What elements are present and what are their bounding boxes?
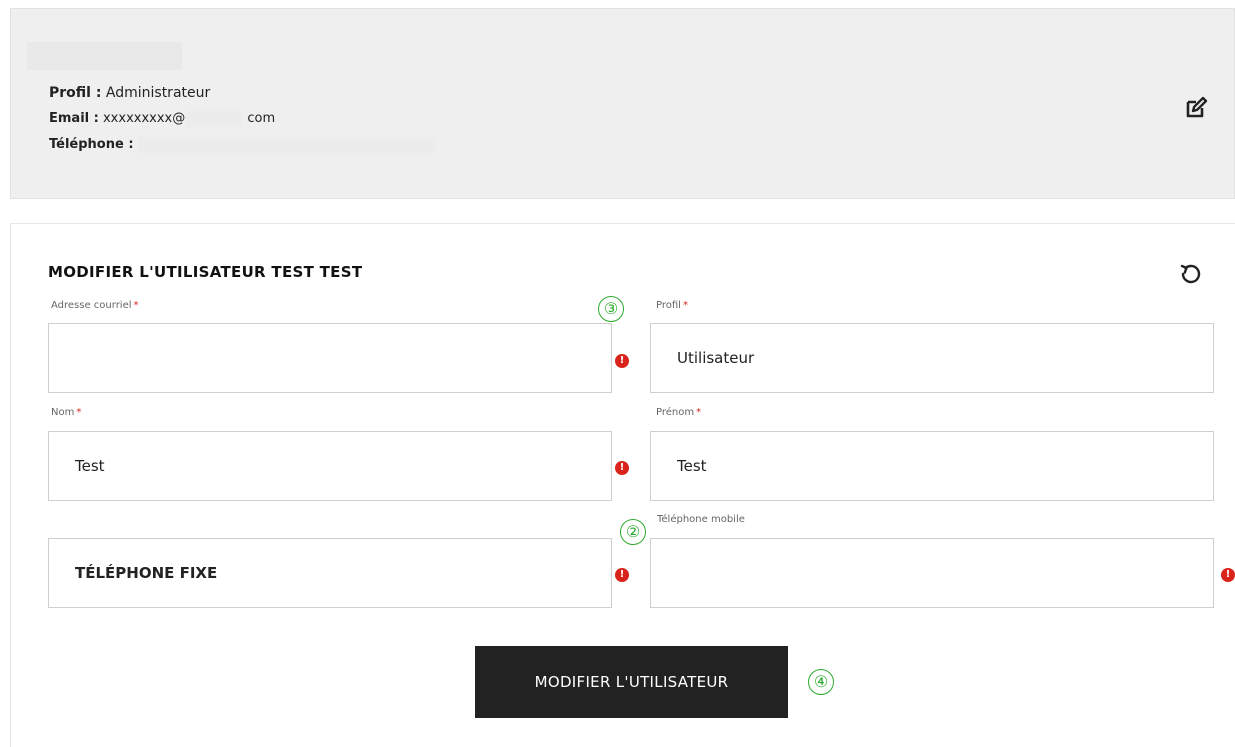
profile-email-suffix: com xyxy=(247,111,276,126)
profile-email-line: Email : xxxxxxxxx@ com xyxy=(49,109,275,129)
nom-error-icon: ! xyxy=(615,461,629,475)
form-title: MODIFIER L'UTILISATEUR TEST TEST xyxy=(48,263,363,281)
reset-icon[interactable] xyxy=(1178,261,1204,287)
profil-field-label-text: Profil xyxy=(656,300,681,311)
profile-role-label: Profil : xyxy=(49,85,102,101)
page: Profil : Administrateur Email : xxxxxxxx… xyxy=(0,0,1235,747)
prenom-field-label: Prénom * xyxy=(656,407,701,418)
telephone-mobile-field[interactable] xyxy=(650,538,1214,608)
nom-field[interactable] xyxy=(48,431,612,501)
profil-select[interactable]: Utilisateur xyxy=(650,323,1214,393)
edit-icon[interactable] xyxy=(1181,93,1211,123)
edit-user-form: MODIFIER L'UTILISATEUR TEST TEST Adresse… xyxy=(10,223,1235,747)
profile-role-line: Profil : Administrateur xyxy=(49,83,210,103)
mobile-error-icon: ! xyxy=(1221,568,1235,582)
mobile-field-label: Téléphone mobile xyxy=(657,514,745,525)
profile-role-value: Administrateur xyxy=(105,85,211,101)
email-error-icon: ! xyxy=(615,354,629,368)
nom-field-label-text: Nom xyxy=(51,407,75,418)
redacted-user-name xyxy=(27,42,182,70)
required-mark: * xyxy=(682,300,688,311)
profil-field-label: Profil * xyxy=(656,300,688,311)
required-mark: * xyxy=(696,407,702,418)
profile-phone-line: Téléphone : xyxy=(49,135,436,155)
modifier-utilisateur-button[interactable]: MODIFIER L'UTILISATEUR xyxy=(475,646,788,718)
telephone-fixe-field[interactable] xyxy=(48,538,612,608)
email-field-label-text: Adresse courriel xyxy=(51,300,132,311)
required-mark: * xyxy=(133,300,139,311)
redacted-phone xyxy=(137,136,436,153)
fixe-error-icon: ! xyxy=(615,568,629,582)
email-field-label: Adresse courriel * xyxy=(51,300,139,311)
profile-email-label: Email : xyxy=(49,111,99,126)
profile-card: Profil : Administrateur Email : xxxxxxxx… xyxy=(10,8,1235,199)
prenom-field[interactable] xyxy=(650,431,1214,501)
required-mark: * xyxy=(76,407,82,418)
email-field[interactable] xyxy=(48,323,612,393)
step-2-marker: ② xyxy=(620,519,646,545)
step-4-marker: ④ xyxy=(808,669,834,695)
step-3-marker: ③ xyxy=(598,296,624,322)
nom-field-label: Nom * xyxy=(51,407,81,418)
profile-phone-label: Téléphone : xyxy=(49,137,134,152)
redacted-email-domain xyxy=(185,110,244,127)
prenom-field-label-text: Prénom xyxy=(656,407,695,418)
profile-email-prefix: xxxxxxxxx@ xyxy=(102,111,186,126)
